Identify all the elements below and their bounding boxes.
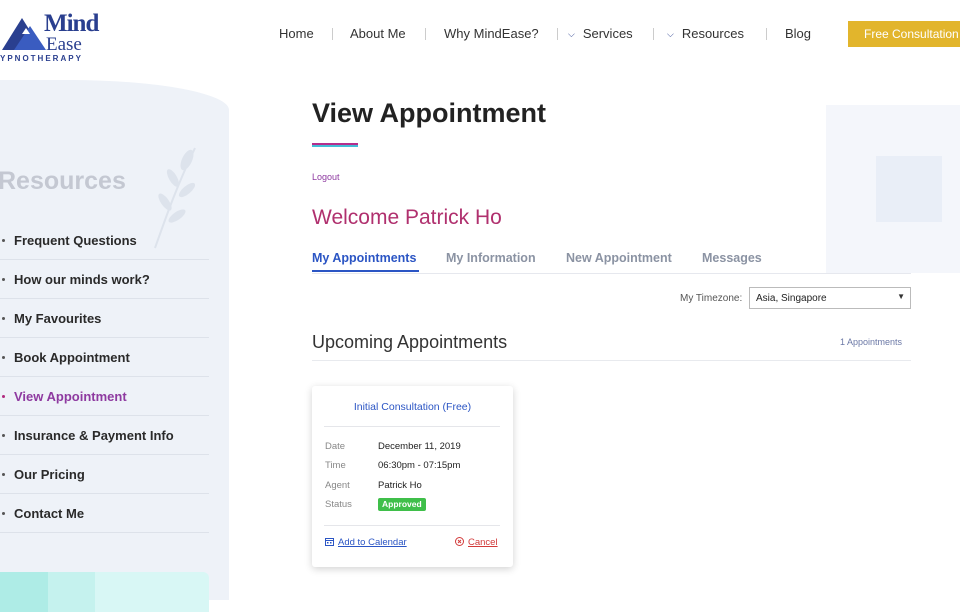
nav-about-me[interactable]: About Me bbox=[350, 26, 406, 41]
date-label: Date bbox=[325, 441, 346, 452]
add-to-calendar-label: Add to Calendar bbox=[338, 537, 407, 548]
timezone-select[interactable]: Asia, Singapore ▼ bbox=[749, 287, 911, 309]
bullet-icon bbox=[2, 473, 5, 476]
sidebar-item-label: My Favourites bbox=[14, 311, 102, 326]
mindease-logo[interactable]: Mind Ease YPNOTHERAPY bbox=[0, 4, 110, 63]
nav-divider bbox=[425, 28, 426, 40]
background-decoration bbox=[876, 156, 942, 222]
calendar-icon bbox=[325, 538, 334, 546]
nav-home[interactable]: Home bbox=[279, 26, 314, 41]
bullet-icon bbox=[2, 395, 5, 398]
appointment-title: Initial Consultation (Free) bbox=[353, 401, 472, 413]
sidebar-footer-decoration bbox=[0, 572, 209, 612]
sidebar-item-contact-me[interactable]: Contact Me bbox=[0, 494, 209, 533]
time-value: 06:30pm - 07:15pm bbox=[378, 460, 461, 471]
cancel-label: Cancel bbox=[468, 537, 498, 548]
nav-resources[interactable]: ⌵ Resources bbox=[667, 26, 744, 41]
chevron-down-icon: ⌵ bbox=[667, 29, 674, 39]
sidebar-item-book-appointment[interactable]: Book Appointment bbox=[0, 338, 209, 377]
sidebar-item-my-favourites[interactable]: My Favourites bbox=[0, 299, 209, 338]
sidebar-item-label: Contact Me bbox=[14, 506, 85, 521]
sidebar-item-insurance-payment[interactable]: Insurance & Payment Info bbox=[0, 416, 209, 455]
tab-my-information[interactable]: My Information bbox=[446, 251, 536, 265]
title-underline bbox=[312, 143, 358, 147]
timezone-label: My Timezone: bbox=[680, 293, 743, 304]
logo-tagline: YPNOTHERAPY bbox=[0, 54, 83, 63]
timezone-value: Asia, Singapore bbox=[756, 293, 827, 304]
bullet-icon bbox=[2, 434, 5, 437]
nav-resources-label: Resources bbox=[681, 26, 744, 41]
free-consultation-button[interactable]: Free Consultation bbox=[848, 21, 960, 47]
nav-divider bbox=[557, 28, 558, 40]
date-value: December 11, 2019 bbox=[378, 441, 461, 452]
tab-my-appointments[interactable]: My Appointments bbox=[312, 251, 416, 265]
sidebar-item-label: Insurance & Payment Info bbox=[14, 428, 174, 443]
section-divider bbox=[312, 360, 911, 361]
nav-why-mindease[interactable]: Why MindEase? bbox=[444, 26, 539, 41]
agent-value: Patrick Ho bbox=[378, 480, 422, 491]
upcoming-heading: Upcoming Appointments bbox=[312, 332, 508, 352]
agent-label: Agent bbox=[325, 480, 350, 491]
nav-divider bbox=[653, 28, 654, 40]
sidebar-item-label: Book Appointment bbox=[14, 350, 130, 365]
logout-link[interactable]: Logout bbox=[312, 172, 340, 182]
appointment-card: Initial Consultation (Free) Date Decembe… bbox=[312, 386, 513, 567]
page-title: View Appointment bbox=[312, 98, 547, 128]
sidebar-item-label: Our Pricing bbox=[14, 467, 85, 482]
welcome-heading: Welcome Patrick Ho bbox=[312, 206, 502, 229]
status-label: Status bbox=[325, 499, 352, 510]
active-tab-indicator bbox=[312, 270, 419, 272]
sidebar-item-how-our-minds-work[interactable]: How our minds work? bbox=[0, 260, 209, 299]
sidebar-item-label: View Appointment bbox=[14, 389, 127, 404]
dropdown-arrow-icon: ▼ bbox=[897, 292, 905, 301]
tab-messages[interactable]: Messages bbox=[702, 251, 762, 265]
bullet-icon bbox=[2, 239, 5, 242]
card-divider bbox=[324, 525, 500, 526]
sidebar-item-label: Frequent Questions bbox=[14, 233, 137, 248]
nav-divider bbox=[766, 28, 767, 40]
site-header: Mind Ease YPNOTHERAPY Home About Me Why … bbox=[0, 0, 960, 66]
nav-blog[interactable]: Blog bbox=[785, 26, 811, 41]
nav-divider bbox=[332, 28, 333, 40]
cancel-appointment-link[interactable]: Cancel bbox=[455, 537, 498, 548]
appointments-count: 1 Appointments bbox=[840, 337, 903, 347]
tabs-divider bbox=[312, 273, 911, 274]
sidebar-item-view-appointment[interactable]: View Appointment bbox=[0, 377, 209, 416]
time-label: Time bbox=[325, 460, 346, 471]
bullet-icon bbox=[2, 278, 5, 281]
cancel-circle-icon bbox=[455, 537, 464, 546]
tab-new-appointment[interactable]: New Appointment bbox=[566, 251, 672, 265]
chevron-down-icon: ⌵ bbox=[568, 29, 575, 39]
nav-services-label: Services bbox=[582, 26, 633, 41]
status-badge: Approved bbox=[378, 498, 426, 511]
sidebar-item-label: How our minds work? bbox=[14, 272, 150, 287]
nav-services[interactable]: ⌵ Services bbox=[568, 26, 633, 41]
sidebar-item-our-pricing[interactable]: Our Pricing bbox=[0, 455, 209, 494]
add-to-calendar-link[interactable]: Add to Calendar bbox=[325, 537, 407, 548]
bullet-icon bbox=[2, 356, 5, 359]
sidebar-title: Resources bbox=[0, 167, 126, 195]
bullet-icon bbox=[2, 512, 5, 515]
card-divider bbox=[324, 426, 500, 427]
bullet-icon bbox=[2, 317, 5, 320]
sidebar-item-frequent-questions[interactable]: Frequent Questions bbox=[0, 221, 209, 260]
logo-line2: Ease bbox=[46, 34, 82, 55]
triangle-logo-icon bbox=[2, 18, 46, 50]
